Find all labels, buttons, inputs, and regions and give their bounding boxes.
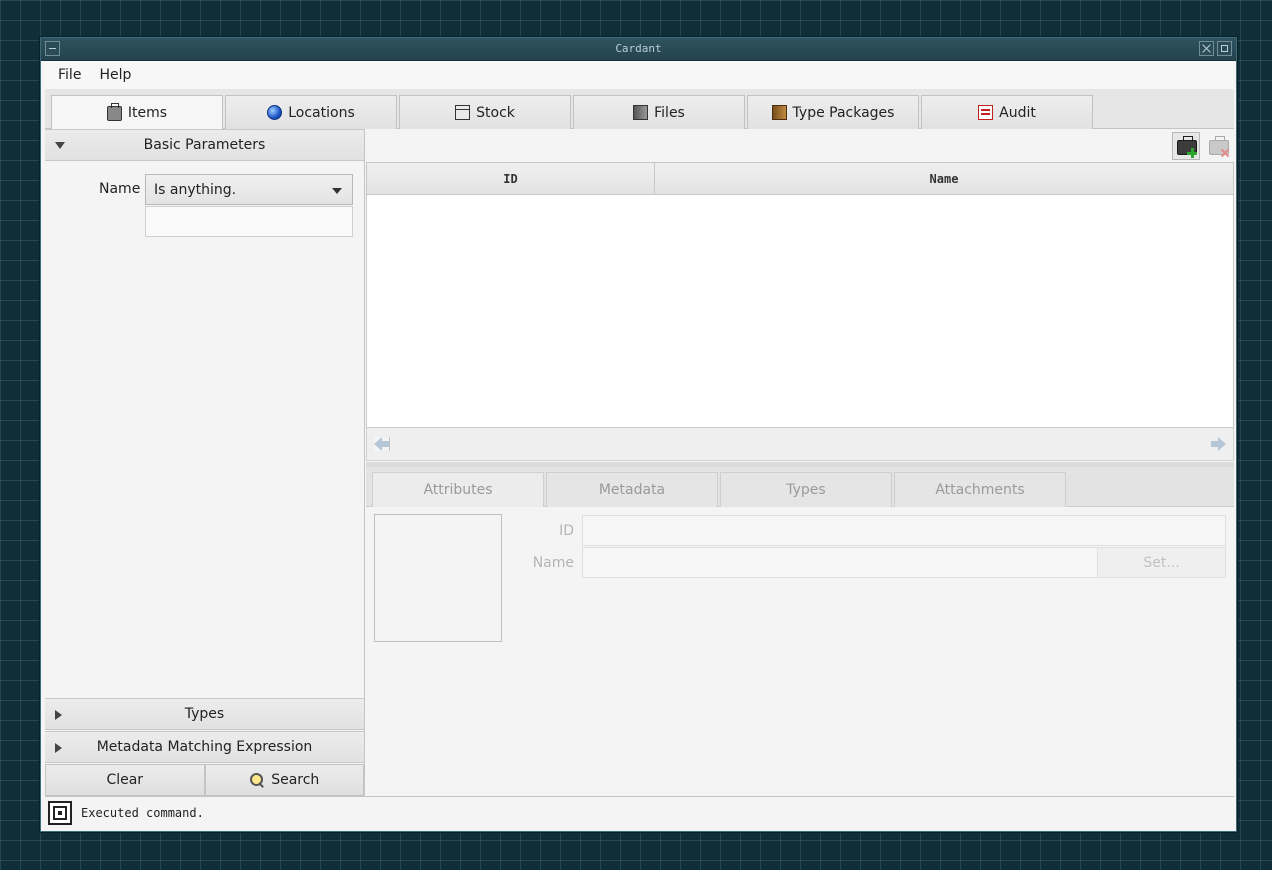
- console-icon[interactable]: [48, 801, 72, 825]
- types-header[interactable]: Types: [45, 698, 364, 730]
- column-header-id[interactable]: ID: [367, 163, 655, 194]
- detail-id-label: ID: [559, 523, 574, 539]
- menu-help[interactable]: Help: [99, 67, 131, 83]
- set-name-label: Set...: [1143, 554, 1180, 571]
- menu-bar: File Help: [45, 61, 1234, 89]
- search-button-label: Search: [271, 772, 320, 788]
- name-filter-label: Name: [99, 181, 141, 197]
- tab-locations[interactable]: Locations: [225, 95, 397, 129]
- title-bar[interactable]: Cardant: [41, 38, 1236, 61]
- basic-parameters-label: Basic Parameters: [143, 137, 266, 153]
- basic-parameters-header[interactable]: Basic Parameters: [45, 129, 364, 161]
- name-match-value: Is anything.: [154, 181, 237, 198]
- window-title: Cardant: [615, 42, 662, 55]
- tab-items-label: Items: [127, 105, 168, 121]
- maximize-icon[interactable]: [1217, 41, 1232, 56]
- plus-icon: [1187, 148, 1197, 158]
- chevron-down-icon: [332, 188, 342, 194]
- tab-items[interactable]: Items: [51, 95, 223, 130]
- tab-type-packages-label: Type Packages: [792, 104, 895, 121]
- box-icon: [455, 105, 471, 120]
- package-icon: [771, 105, 787, 120]
- metadata-expression-label: Metadata Matching Expression: [96, 739, 313, 755]
- detail-name-label: Name: [532, 555, 574, 571]
- app-window: Cardant File Help Items Locations Stock …: [40, 37, 1237, 832]
- tab-attachments[interactable]: Attachments: [894, 472, 1066, 507]
- main-tab-strip: Items Locations Stock Files Type Package…: [45, 89, 1234, 130]
- status-message: Executed command.: [81, 806, 204, 820]
- status-bar: Executed command.: [45, 796, 1234, 829]
- table-pager: [366, 428, 1234, 461]
- previous-page-icon[interactable]: [374, 437, 390, 451]
- x-icon: [1220, 148, 1230, 158]
- name-filter-input[interactable]: [145, 206, 353, 237]
- tab-types[interactable]: Types: [720, 472, 892, 507]
- item-thumbnail: [374, 514, 502, 642]
- close-icon[interactable]: [1199, 41, 1214, 56]
- tab-files[interactable]: Files: [573, 95, 745, 129]
- types-header-label: Types: [184, 706, 225, 722]
- tab-locations-label: Locations: [288, 104, 355, 121]
- expand-triangle-icon: [55, 710, 62, 720]
- tab-attributes[interactable]: Attributes: [372, 472, 544, 507]
- column-header-name[interactable]: Name: [655, 163, 1233, 194]
- expand-triangle-icon: [55, 743, 62, 753]
- search-button-row: Clear Search: [45, 764, 364, 796]
- tab-type-packages[interactable]: Type Packages: [747, 95, 919, 129]
- menu-file[interactable]: File: [58, 67, 81, 83]
- file-icon: [633, 105, 649, 120]
- detail-name-field: [582, 547, 1098, 578]
- items-toolbar: [365, 129, 1234, 162]
- next-page-icon[interactable]: [1210, 437, 1226, 451]
- search-button[interactable]: Search: [204, 764, 364, 796]
- collapse-triangle-icon: [55, 142, 65, 149]
- name-match-select[interactable]: Is anything.: [145, 174, 353, 205]
- item-detail-panel: ID Name Set...: [366, 507, 1234, 796]
- items-table[interactable]: ID Name: [366, 162, 1234, 428]
- search-panel: Basic Parameters Name Is anything. Types…: [45, 129, 365, 796]
- detail-tab-strip: Attributes Metadata Types Attachments: [366, 467, 1234, 507]
- tab-files-label: Files: [654, 104, 685, 121]
- detail-id-field: [582, 515, 1226, 546]
- audit-log-icon: [978, 105, 994, 120]
- clear-button[interactable]: Clear: [45, 764, 205, 796]
- remove-item-button[interactable]: [1204, 132, 1232, 160]
- metadata-expression-header[interactable]: Metadata Matching Expression: [45, 731, 364, 763]
- table-header: ID Name: [367, 163, 1233, 195]
- search-icon: [249, 772, 265, 788]
- tab-audit-label: Audit: [999, 104, 1036, 121]
- briefcase-icon: [106, 102, 122, 121]
- tab-stock-label: Stock: [476, 104, 515, 121]
- globe-icon: [267, 105, 283, 120]
- tab-metadata[interactable]: Metadata: [546, 472, 718, 507]
- clear-button-label: Clear: [106, 772, 144, 788]
- tab-audit[interactable]: Audit: [921, 95, 1093, 129]
- add-item-button[interactable]: [1172, 132, 1200, 160]
- set-name-button[interactable]: Set...: [1097, 547, 1226, 578]
- tab-stock[interactable]: Stock: [399, 95, 571, 129]
